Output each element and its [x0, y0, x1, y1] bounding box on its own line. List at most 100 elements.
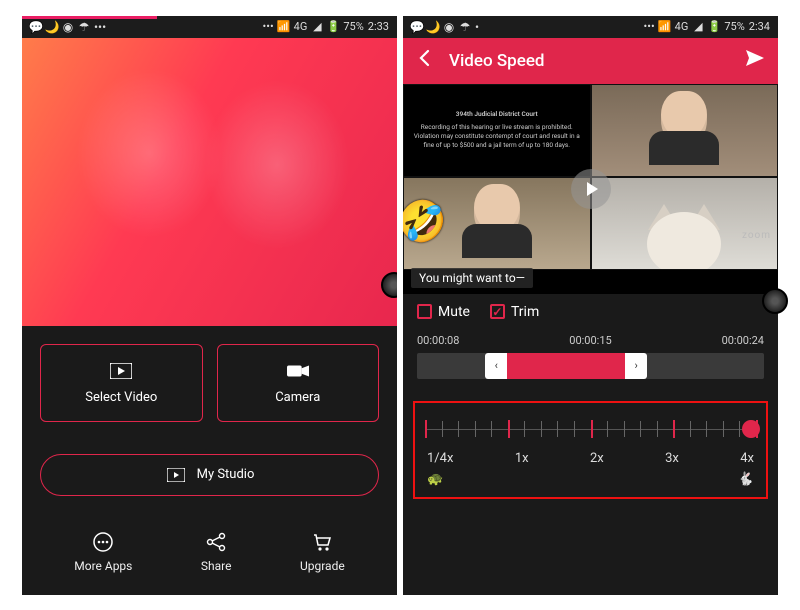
my-studio-button[interactable]: My Studio [40, 454, 379, 496]
preview-cell-participant-1 [591, 84, 779, 177]
speed-option[interactable]: 2x [590, 451, 604, 466]
chat-icon: 💬 [411, 21, 423, 33]
trim-selection [507, 353, 625, 379]
battery-pct: 75% [343, 20, 363, 33]
ruler-tick [690, 421, 691, 437]
my-studio-label: My Studio [197, 467, 255, 482]
trim-handle-right[interactable]: › [625, 353, 647, 379]
rabbit-icon: 🐇 [738, 472, 754, 487]
moon-icon: 🌙 [427, 21, 439, 33]
cart-icon [311, 531, 333, 553]
preview-cell-notice: 394th Judicial District Court Recording … [403, 84, 591, 177]
speed-option[interactable]: 1x [515, 451, 529, 466]
status-dots: • [475, 20, 479, 34]
nav-more-apps[interactable]: More Apps [74, 531, 132, 573]
back-button[interactable] [415, 48, 435, 73]
battery-pct: 75% [724, 20, 744, 33]
ruler-tick [425, 420, 427, 438]
status-dots-right: ••• [644, 20, 655, 33]
time-mid: 00:00:15 [569, 334, 611, 347]
ruler-tick [723, 421, 724, 437]
ruler-tick [640, 421, 641, 437]
ruler-tick [756, 420, 758, 438]
ruler-tick [706, 421, 707, 437]
select-video-button[interactable]: Select Video [40, 344, 203, 422]
clock: 2:33 [368, 20, 389, 33]
network-label: 4G [294, 20, 308, 33]
send-button[interactable] [744, 47, 766, 74]
video-file-icon [110, 360, 132, 382]
ruler-tick [739, 421, 740, 437]
wifi-icon: 📶 [659, 21, 671, 33]
time-end: 00:00:24 [722, 334, 764, 347]
speed-option[interactable]: 3x [665, 451, 679, 466]
studio-icon [165, 464, 187, 486]
speed-selector: 1/4x 1x 2x 3x 4x 🐢 🐇 [413, 401, 768, 499]
ruler-tick [673, 420, 675, 438]
share-icon [205, 531, 227, 553]
video-preview[interactable]: 394th Judicial District Court Recording … [403, 84, 778, 294]
app-bar: Video Speed [403, 38, 778, 84]
status-bar: 💬 🌙 ◉ ☂ • ••• 📶 4G ◢ 🔋 75% 2:34 [403, 16, 778, 38]
camera-button[interactable]: Camera [217, 344, 380, 422]
battery-icon: 🔋 [327, 21, 339, 33]
umbrella-icon: ☂ [78, 21, 90, 33]
nav-upgrade[interactable]: Upgrade [300, 531, 345, 573]
mute-label: Mute [438, 304, 470, 320]
wifi-icon: 📶 [278, 21, 290, 33]
nav-share[interactable]: Share [201, 531, 232, 573]
battery-icon: 🔋 [708, 21, 720, 33]
camera-label: Camera [275, 390, 320, 405]
chat-icon: 💬 [30, 21, 42, 33]
umbrella-icon: ☂ [459, 21, 471, 33]
play-button[interactable] [571, 169, 611, 209]
trim-checkbox[interactable]: Trim [490, 304, 539, 320]
ruler-tick [624, 421, 625, 437]
screen-title: Video Speed [449, 51, 545, 71]
status-dots-right: ••• [263, 20, 274, 33]
speed-ruler[interactable] [425, 417, 756, 441]
status-bar: 💬 🌙 ◉ ☂ ••• ••• 📶 4G ◢ 🔋 75% 2:33 [22, 16, 397, 38]
ruler-tick [524, 421, 525, 437]
ruler-tick [574, 421, 575, 437]
ruler-tick [491, 421, 492, 437]
mute-checkbox[interactable]: Mute [417, 304, 470, 320]
select-video-label: Select Video [85, 390, 157, 405]
zoom-watermark: zoom [742, 230, 771, 241]
ruler-tick [657, 421, 658, 437]
nav-upgrade-label: Upgrade [300, 559, 345, 573]
ruler-tick [607, 421, 608, 437]
ruler-tick [508, 420, 510, 438]
ruler-tick [475, 421, 476, 437]
speed-option[interactable]: 4x [740, 451, 754, 466]
ruler-tick [591, 420, 593, 438]
court-header: 394th Judicial District Court [412, 110, 582, 119]
checkbox-box [490, 304, 505, 319]
moon-icon: 🌙 [46, 21, 58, 33]
preview-cell-cat-filter: zoom [591, 177, 779, 270]
camcorder-icon [287, 360, 309, 382]
nav-more-apps-label: More Apps [74, 559, 132, 573]
speed-option[interactable]: 1/4x [427, 451, 453, 466]
trim-times: 00:00:08 00:00:15 00:00:24 [417, 334, 764, 347]
signal-icon: ◢ [692, 21, 704, 33]
trim-label: Trim [511, 304, 539, 320]
camera-status-icon: ◉ [443, 21, 455, 33]
camera-status-icon: ◉ [62, 21, 74, 33]
network-label: 4G [675, 20, 689, 33]
hero-image [22, 38, 397, 326]
status-dots: ••• [94, 20, 106, 34]
checkbox-box [417, 304, 432, 319]
home-screen: 💬 🌙 ◉ ☂ ••• ••• 📶 4G ◢ 🔋 75% 2:33 [22, 16, 397, 595]
trim-slider[interactable]: ‹ › [417, 353, 764, 379]
time-start: 00:00:08 [417, 334, 459, 347]
ruler-tick [557, 421, 558, 437]
court-body: Recording of this hearing or live stream… [412, 123, 582, 150]
trim-handle-left[interactable]: ‹ [485, 353, 507, 379]
video-caption: You might want to— [411, 268, 533, 288]
laughing-emoji-overlay: 🤣 [403, 202, 447, 242]
shutter-icon[interactable] [762, 288, 788, 314]
shutter-icon[interactable] [381, 272, 397, 298]
more-apps-icon [92, 531, 114, 553]
signal-icon: ◢ [311, 21, 323, 33]
